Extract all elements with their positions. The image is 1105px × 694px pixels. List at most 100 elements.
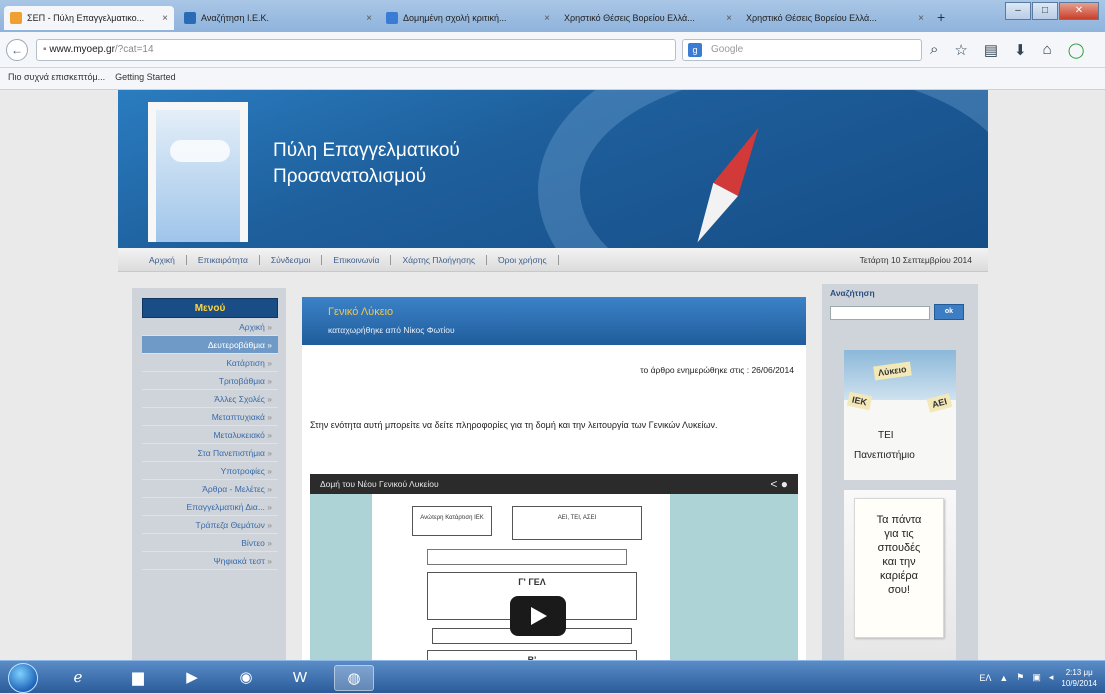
video-title-bar: Δομή του Νέου Γενικού Λυκείου < ●	[310, 474, 798, 494]
tab-label: ΣΕΠ - Πύλη Επαγγελματικο...	[27, 13, 145, 23]
sidebar-item-tertiary[interactable]: Τριτοβάθμια	[142, 372, 278, 390]
maximize-icon[interactable]: □	[1032, 2, 1058, 20]
ad-note-line: σπουδές	[877, 542, 921, 554]
bookmark-getting-started[interactable]: Getting Started	[115, 72, 176, 85]
language-icon[interactable]: ΕΛ	[979, 673, 991, 683]
tab-positions-north-2[interactable]: Χρηστικό Θέσεις Βορείου Ελλά... ×	[740, 6, 930, 30]
address-bar[interactable]: ▪ www.myoep.gr/?cat=14	[36, 39, 676, 61]
diagram-grade-b: Β'	[427, 650, 637, 660]
sidebar-item-post-secondary[interactable]: Μεταλυκειακό	[142, 426, 278, 444]
volume-icon[interactable]: ◂	[1049, 672, 1054, 683]
firefox-icon[interactable]: ◍	[334, 665, 374, 691]
network-icon[interactable]: ▣	[1032, 672, 1041, 683]
ad-note: Τα πάντα για τις σπουδές και την καριέρα…	[854, 498, 944, 638]
sidebar-item-other-schools[interactable]: Άλλες Σχολές	[142, 390, 278, 408]
tab-structured-school[interactable]: Δομημένη σχολή κριτική... ×	[380, 6, 556, 30]
video-player[interactable]: Δομή του Νέου Γενικού Λυκείου < ● Ανώτερ…	[310, 474, 798, 660]
sidebar-item-postgraduate[interactable]: Μεταπτυχιακά	[142, 408, 278, 426]
site-title-line1: Πύλη Επαγγελματικού	[273, 140, 460, 161]
sidebar-item-secondary[interactable]: Δευτεροβάθμια	[142, 336, 278, 354]
site-title[interactable]: Πύλη Επαγγελματικού Προσανατολισμού	[273, 138, 460, 190]
sidebar-item-training[interactable]: Κατάρτιση	[142, 354, 278, 372]
menu-heading: Μενού	[142, 298, 278, 318]
search-box[interactable]: g Google	[682, 39, 922, 61]
bookmarks-bar: Πιο συχνά επισκεπτόμ... Getting Started	[0, 68, 1105, 90]
clock-date: 10/9/2014	[1061, 678, 1097, 688]
article-header: Γενικό Λύκειο καταχωρήθηκε από Νίκος Φωτ…	[302, 297, 806, 345]
article-panel: Γενικό Λύκειο καταχωρήθηκε από Νίκος Φωτ…	[302, 297, 806, 660]
current-date: Τετάρτη 10 Σεπτεμβρίου 2014	[859, 254, 972, 265]
tab-myoep[interactable]: ΣΕΠ - Πύλη Επαγγελματικο... ×	[4, 6, 174, 30]
addon-icon[interactable]: ◯	[1068, 41, 1085, 59]
site-favicon-icon	[184, 12, 196, 24]
sidebar-item-scholarships[interactable]: Υποτροφίες	[142, 462, 278, 480]
nav-links[interactable]: Σύνδεσμοι	[260, 254, 323, 265]
article-updated: το άρθρο ενημερώθηκε στις : 26/06/2014	[640, 365, 794, 375]
nav-terms[interactable]: Όροι χρήσης	[487, 254, 559, 265]
search-placeholder: Google	[711, 44, 744, 55]
word-icon[interactable]: W	[280, 665, 320, 691]
article-title[interactable]: Γενικό Λύκειο	[328, 306, 780, 318]
left-sidebar-menu: Μενού Αρχική Δευτεροβάθμια Κατάρτιση Τρι…	[132, 288, 286, 660]
ad-note-line: καριέρα	[880, 570, 918, 582]
ad-note-line: και την	[882, 556, 916, 568]
video-title[interactable]: Δομή του Νέου Γενικού Λυκείου	[320, 479, 439, 489]
close-tab-icon[interactable]: ×	[726, 13, 732, 24]
minimize-icon[interactable]: –	[1005, 2, 1031, 20]
site-search-input[interactable]	[830, 306, 930, 320]
close-tab-icon[interactable]: ×	[162, 13, 168, 24]
explorer-folder-icon[interactable]: ▆	[118, 665, 158, 691]
tab-label: Αναζήτηση Ι.Ε.Κ.	[201, 13, 269, 23]
chrome-icon[interactable]: ◉	[226, 665, 266, 691]
bookmark-most-visited[interactable]: Πιο συχνά επισκεπτόμ...	[8, 72, 105, 85]
nav-sitemap[interactable]: Χάρτης Πλοήγησης	[391, 254, 488, 265]
diagram-box-universities: ΑΕΙ, ΤΕΙ, ΑΣΕΙ	[512, 506, 642, 540]
tab-label: Χρηστικό Θέσεις Βορείου Ελλά...	[746, 13, 877, 23]
sidebar-item-home[interactable]: Αρχική	[142, 318, 278, 336]
browser-navbar: ← ▪ www.myoep.gr/?cat=14 g Google ⌕ ☆ ▤ …	[0, 32, 1105, 68]
sidebar-item-career[interactable]: Επαγγελματική Δια...	[142, 498, 278, 516]
sidebar-item-question-bank[interactable]: Τράπεζα Θεμάτων	[142, 516, 278, 534]
home-icon[interactable]: ⌂	[1043, 41, 1052, 59]
sidebar-item-universities[interactable]: Στα Πανεπιστήμια	[142, 444, 278, 462]
ie-icon[interactable]: ℯ	[58, 665, 98, 691]
download-icon[interactable]: ⬇	[1014, 41, 1027, 59]
ad-caption-university: Πανεπιστήμιο	[854, 450, 915, 461]
sidebar-item-video[interactable]: Βίντεο	[142, 534, 278, 552]
flag-icon[interactable]: ⚑	[1016, 672, 1024, 683]
close-tab-icon[interactable]: ×	[544, 13, 550, 24]
tray-chevron-icon[interactable]: ▲	[999, 673, 1008, 683]
system-tray: ΕΛ ▲ ⚑ ▣ ◂ 2:13 μμ 10/9/2014	[915, 661, 1105, 694]
ad-banner-careers[interactable]: Τα πάντα για τις σπουδές και την καριέρα…	[844, 490, 956, 660]
reading-list-icon[interactable]: ▤	[984, 41, 998, 59]
google-icon: g	[688, 43, 702, 57]
share-icon[interactable]: < ●	[770, 474, 788, 494]
search-icon[interactable]: ⌕	[930, 41, 938, 59]
back-arrow-icon[interactable]: ←	[6, 39, 28, 61]
sidebar-item-articles[interactable]: Άρθρα - Μελέτες	[142, 480, 278, 498]
site-title-line2: Προσανατολισμού	[273, 166, 427, 187]
site-banner: Πύλη Επαγγελματικού Προσανατολισμού	[118, 90, 988, 248]
nav-news[interactable]: Επικαιρότητα	[187, 254, 260, 265]
sidebar-item-digital-tests[interactable]: Ψηφιακά τεστ	[142, 552, 278, 570]
tab-iek-search[interactable]: Αναζήτηση Ι.Ε.Κ. ×	[178, 6, 378, 30]
nav-home[interactable]: Αρχική	[138, 254, 187, 265]
star-bookmark-icon[interactable]: ☆	[954, 41, 967, 59]
banner-arc-decoration	[538, 90, 988, 248]
new-tab-icon[interactable]: +	[937, 9, 945, 25]
close-window-icon[interactable]: ✕	[1059, 2, 1099, 20]
url-host: www.myoep.gr	[49, 44, 115, 55]
media-player-icon[interactable]: ▶	[172, 665, 212, 691]
play-button-icon[interactable]	[510, 596, 566, 636]
tab-label: Δομημένη σχολή κριτική...	[403, 13, 507, 23]
site-search-button[interactable]: ok	[934, 304, 964, 320]
ad-note-line: σου!	[888, 584, 910, 596]
nav-contact[interactable]: Επικοινωνία	[322, 254, 392, 265]
close-tab-icon[interactable]: ×	[918, 13, 924, 24]
ad-banner-education[interactable]: Λύκειο ΙΕΚ ΑΕΙ ΤΕΙ Πανεπιστήμιο	[844, 350, 956, 480]
tab-positions-north-1[interactable]: Χρηστικό Θέσεις Βορείου Ελλά... ×	[558, 6, 738, 30]
start-button-icon[interactable]	[8, 663, 38, 693]
close-tab-icon[interactable]: ×	[366, 13, 372, 24]
clock[interactable]: 2:13 μμ 10/9/2014	[1061, 667, 1097, 689]
site-favicon-icon	[386, 12, 398, 24]
